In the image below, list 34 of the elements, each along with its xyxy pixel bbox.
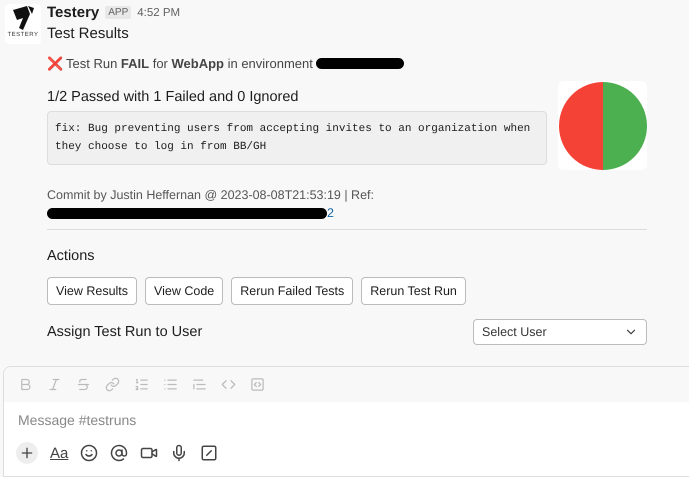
user-select[interactable]: Select User	[473, 319, 647, 345]
actions-heading: Actions	[47, 248, 96, 264]
code-block-icon[interactable]	[250, 377, 265, 392]
ordered-list-icon[interactable]	[134, 377, 149, 392]
strike-icon[interactable]	[76, 377, 91, 392]
mention-icon[interactable]	[110, 444, 128, 462]
code-icon[interactable]	[221, 377, 236, 392]
assign-label: Assign Test Run to User	[47, 324, 202, 340]
commit-info: Commit by Justin Heffernan @ 2023-08-08T21:53:19 | Ref:	[47, 188, 375, 202]
status-text: Test Run FAIL for WebApp in environment	[66, 56, 313, 71]
logo-icon	[10, 4, 36, 32]
sender-name[interactable]: Testery	[47, 4, 100, 21]
slash-icon[interactable]	[200, 444, 218, 462]
bullet-list-icon[interactable]	[163, 377, 178, 392]
formatting-button[interactable]: Aa	[50, 444, 68, 462]
message-time[interactable]: 4:52 PM	[137, 6, 180, 18]
summary-text: 1/2 Passed with 1 Failed and 0 Ignored	[47, 89, 300, 105]
action-button[interactable]: Rerun Test Run	[361, 277, 466, 305]
link-icon[interactable]	[105, 377, 120, 392]
plus-icon	[19, 445, 35, 461]
italic-icon[interactable]	[47, 377, 62, 392]
emoji-icon[interactable]	[80, 444, 98, 462]
action-button[interactable]: View Code	[145, 277, 224, 305]
message-composer[interactable]: Message #testruns Aa	[3, 366, 689, 477]
ref-link[interactable]: 2	[327, 206, 334, 220]
message-title: Test Results	[47, 25, 130, 42]
action-button[interactable]: Rerun Failed Tests	[231, 277, 354, 305]
quote-icon[interactable]	[192, 377, 207, 392]
commit-message-block: fix: Bug preventing users from accepting invites to an organization when they choose to log in from BB/GH	[47, 111, 547, 165]
bold-icon[interactable]	[18, 377, 33, 392]
fail-icon: ❌	[47, 56, 63, 71]
action-button[interactable]: View Results	[47, 277, 138, 305]
app-badge: APP	[105, 6, 132, 19]
plus-button[interactable]	[16, 442, 38, 464]
